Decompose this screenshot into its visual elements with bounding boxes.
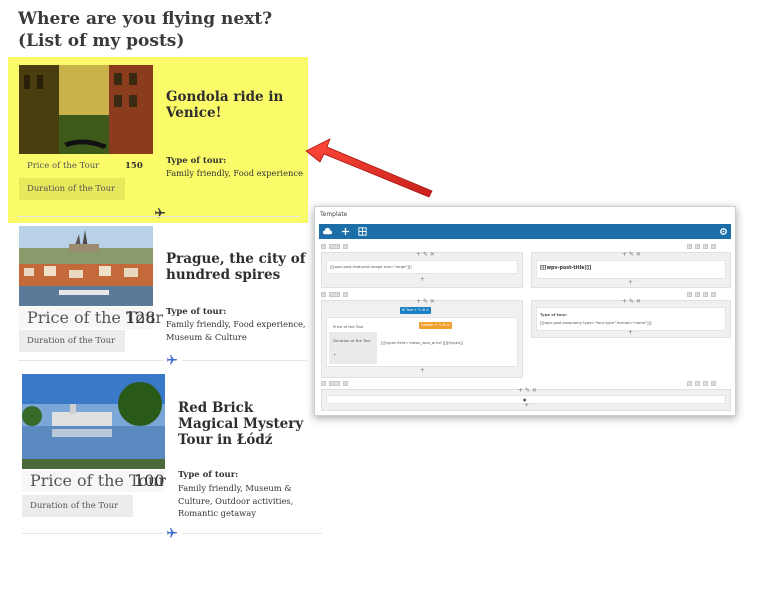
tour-type-label: Type of tour: [166, 156, 227, 166]
post-divider [182, 533, 322, 534]
cell-controls[interactable] [687, 381, 716, 386]
duration-cell[interactable]: Duration of the Tour + [329, 332, 377, 364]
price-row: Price of the Tour 128 [19, 307, 163, 329]
editor-cell[interactable]: + ✎ ✕ Type of tour: [[[wpv-post-taxonomy… [531, 299, 731, 338]
nested-grid[interactable]: Price of the Tour Duration of the Tour +… [326, 317, 518, 367]
tour-type-label: Type of tour: [166, 307, 227, 317]
settings-gear-icon[interactable] [718, 226, 729, 237]
featured-image-shortcode: [[[wpv-post-featured-image size="large"]… [330, 264, 412, 269]
tour-type-value: Family friendly, Museum & Culture, Outdo… [178, 483, 294, 518]
editor-row-2: + ✎ ✕ ⊞ Text + ✎ ⧉ ✕ Price of the Tour D… [319, 291, 731, 379]
grid-icon[interactable] [357, 226, 368, 237]
add-icon[interactable]: + [628, 330, 633, 336]
plane-icon [167, 528, 177, 538]
price-row: Price of the Tour 100 [22, 470, 166, 492]
row-handle[interactable] [321, 292, 348, 297]
add-icon[interactable]: + [628, 280, 633, 286]
header-cell-chip[interactable]: Header + ✎ ⧉ ✕ [419, 322, 452, 329]
taxonomy-shortcode: [[[wpv-post-taxonomy type="tour-type" fo… [540, 320, 652, 325]
chip-label: Text [406, 308, 414, 312]
post-title[interactable]: Gondola ride in Venice! [166, 89, 296, 121]
cell-controls[interactable] [687, 244, 716, 249]
editor-cell[interactable]: + ✎ ✕ ● + [321, 388, 731, 411]
plane-icon [167, 355, 177, 365]
duration-label: Duration of the Tour [19, 330, 125, 352]
row-handle[interactable] [321, 381, 348, 386]
cell-content[interactable]: [[[wpv-post-title]]] [536, 260, 726, 279]
tour-type-label: Type of tour: [178, 470, 239, 480]
page-title: Where are you flying next? (List of my p… [18, 9, 273, 51]
editor-cell[interactable]: + ✎ ✕ ⊞ Text + ✎ ⧉ ✕ Price of the Tour D… [321, 299, 523, 378]
editor-cell[interactable]: + ✎ ✕ [[[wpv-post-title]]] + [531, 252, 731, 288]
cell-controls[interactable] [687, 292, 716, 297]
template-editor[interactable]: Template + ✎ ✕ [[[wpv-post-featured-imag… [314, 206, 736, 416]
post-thumbnail[interactable] [19, 226, 153, 306]
post-divider [182, 360, 307, 361]
add-icon[interactable]: + ✎ ✕ [518, 388, 537, 394]
editor-toolbar [319, 224, 731, 239]
editor-title: Template [320, 211, 348, 218]
duration-label: Duration of the Tour [19, 178, 125, 200]
cell-content[interactable]: [[[wpv-post-featured-image size="large"]… [326, 260, 518, 274]
editor-cell[interactable]: + ✎ ✕ [[[wpv-post-featured-image size="l… [321, 252, 523, 288]
tour-type-label: Type of tour: [540, 312, 568, 317]
add-icon[interactable]: + [420, 277, 425, 283]
annotation-arrow [305, 138, 433, 198]
add-icon[interactable]: + [420, 368, 425, 374]
price-label: Price of the Tour [27, 161, 100, 171]
post-divider [18, 360, 163, 361]
post-thumbnail[interactable] [22, 374, 165, 469]
price-value: 150 [125, 161, 143, 171]
duration-label: Duration of the Tour [333, 338, 371, 343]
add-icon[interactable] [340, 226, 351, 237]
plane-icon [155, 208, 165, 218]
post-item-lodz: Price of the Tour 100 Duration of the To… [12, 370, 322, 540]
post-thumbnail[interactable] [19, 65, 153, 154]
price-label: Price of the Tour [333, 324, 364, 329]
post-title-shortcode: [[[wpv-post-title]]] [540, 266, 592, 271]
post-title[interactable]: Red Brick Magical Mystery Tour in Łódź [178, 400, 318, 448]
tour-type-value: Family friendly, Food experience, Museum… [166, 319, 306, 342]
add-icon[interactable]: + ✎ ✕ [622, 252, 641, 258]
post-title[interactable]: Prague, the city of hundred spires [166, 251, 306, 283]
add-icon[interactable]: + [524, 403, 529, 409]
editor-row-1: + ✎ ✕ [[[wpv-post-featured-image size="l… [319, 242, 731, 288]
editor-row-3: + ✎ ✕ ● + [319, 380, 731, 412]
types-field-shortcode: [[[types field='views_woo_price']]][/typ… [381, 340, 463, 345]
price-row: Price of the Tour 150 [19, 155, 153, 177]
post-divider [22, 533, 164, 534]
post-divider [18, 216, 300, 217]
add-icon[interactable]: + ✎ ✕ [622, 299, 641, 305]
cell-content[interactable]: Type of tour: [[[wpv-post-taxonomy type=… [536, 307, 726, 331]
tour-type-value: Family friendly, Food experience [166, 168, 303, 178]
add-icon[interactable]: + ✎ ✕ [416, 252, 435, 258]
post-item-prague: Price of the Tour 128 Duration of the To… [8, 223, 308, 363]
add-icon[interactable]: + [333, 352, 336, 357]
price-value: 128 [125, 308, 156, 327]
add-icon[interactable]: + ✎ ✕ [416, 299, 435, 305]
chip-label: Header [421, 323, 434, 327]
duration-label: Duration of the Tour [22, 495, 133, 517]
post-item-venice: Price of the Tour 150 Duration of the To… [8, 57, 308, 223]
text-cell-chip[interactable]: ⊞ Text + ✎ ⧉ ✕ [400, 307, 431, 314]
row-handle[interactable] [321, 244, 348, 249]
price-value: 100 [134, 471, 165, 490]
cloud-icon[interactable] [322, 226, 333, 237]
